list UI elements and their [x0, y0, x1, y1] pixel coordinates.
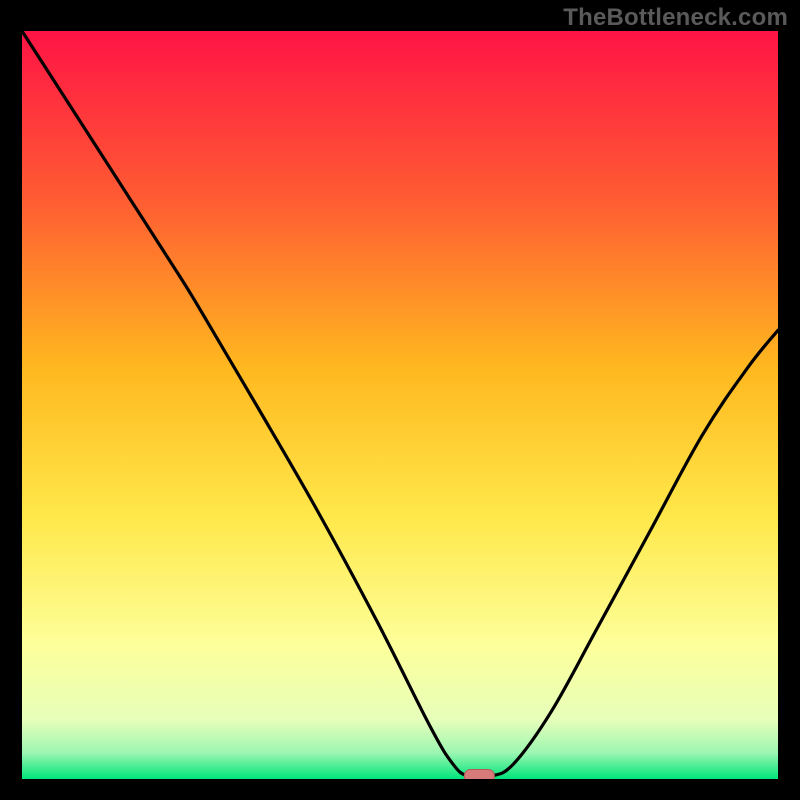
plot-area [22, 31, 778, 779]
chart-frame: TheBottleneck.com [0, 0, 800, 800]
watermark-text: TheBottleneck.com [563, 4, 788, 32]
optimal-marker [22, 31, 778, 779]
